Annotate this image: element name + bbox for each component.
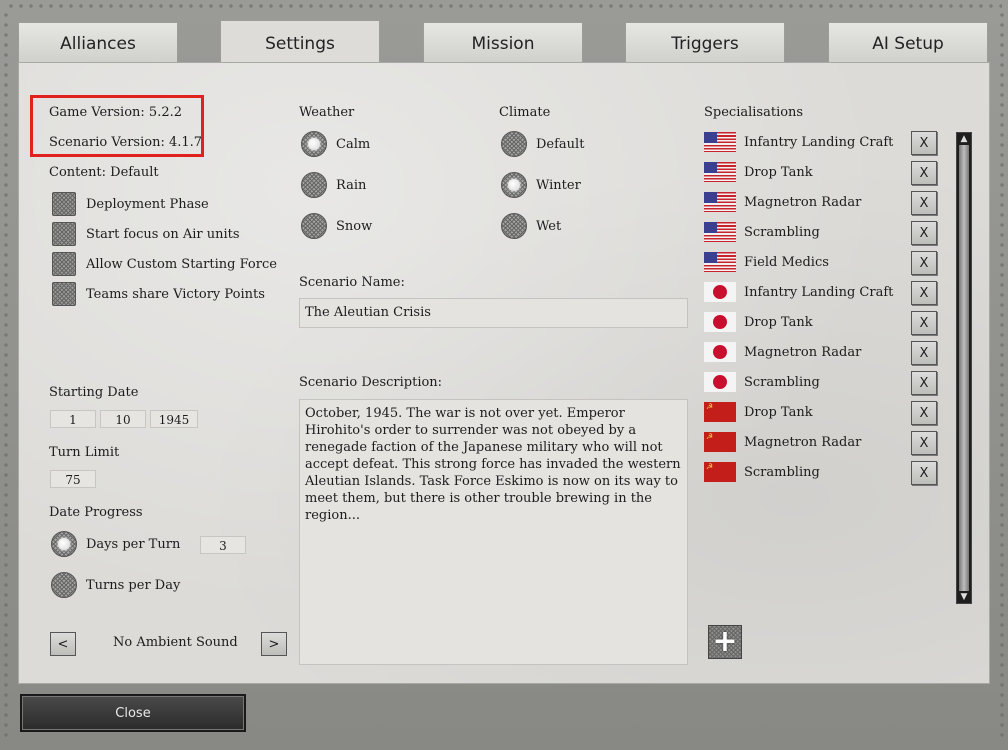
remove-specialisation-button[interactable]: X: [911, 431, 937, 455]
us-flag-icon: [704, 192, 736, 212]
content-label: Content: Default: [49, 165, 159, 180]
remove-specialisation-button[interactable]: X: [911, 251, 937, 275]
su-flag-icon: [704, 402, 736, 422]
remove-specialisation-button[interactable]: X: [911, 311, 937, 335]
scenario-name-input[interactable]: The Aleutian Crisis: [299, 298, 688, 328]
weather-rain-radio[interactable]: [301, 172, 327, 198]
frame-rivets: [6, 2, 1002, 10]
climate-default-label: Default: [536, 137, 585, 152]
frame-rivets: [998, 10, 1006, 740]
weather-rain-label: Rain: [336, 178, 367, 193]
deployment-phase-checkbox[interactable]: [52, 192, 76, 216]
close-button[interactable]: Close: [20, 694, 246, 732]
jp-flag-icon: [704, 282, 736, 302]
weather-calm-radio[interactable]: [301, 131, 327, 157]
climate-label: Climate: [499, 105, 551, 120]
scenario-description-label: Scenario Description:: [299, 375, 443, 390]
days-per-turn-label: Days per Turn: [86, 537, 181, 552]
date-progress-label: Date Progress: [49, 505, 143, 520]
weather-label: Weather: [299, 105, 355, 120]
ambient-next-button[interactable]: >: [261, 632, 287, 656]
remove-specialisation-button[interactable]: X: [911, 131, 937, 155]
specialisation-name: Scrambling: [744, 465, 820, 480]
climate-wet-radio[interactable]: [501, 213, 527, 239]
climate-winter-radio[interactable]: [501, 172, 527, 198]
remove-specialisation-button[interactable]: X: [911, 341, 937, 365]
start-month-field[interactable]: 10: [100, 410, 146, 428]
scenario-name-label: Scenario Name:: [299, 275, 405, 290]
remove-specialisation-button[interactable]: X: [911, 371, 937, 395]
remove-specialisation-button[interactable]: X: [911, 161, 937, 185]
specialisations-scrollbar[interactable]: ▲ ▼: [956, 132, 972, 604]
specialisation-name: Magnetron Radar: [744, 195, 862, 210]
ambient-sound-label: No Ambient Sound: [113, 635, 238, 650]
share-vp-checkbox[interactable]: [52, 282, 76, 306]
us-flag-icon: [704, 132, 736, 152]
jp-flag-icon: [704, 372, 736, 392]
us-flag-icon: [704, 162, 736, 182]
specialisation-name: Infantry Landing Craft: [744, 285, 894, 300]
specialisation-name: Scrambling: [744, 375, 820, 390]
remove-specialisation-button[interactable]: X: [911, 221, 937, 245]
su-flag-icon: [704, 462, 736, 482]
share-vp-label: Teams share Victory Points: [86, 287, 265, 302]
specialisation-name: Magnetron Radar: [744, 435, 862, 450]
custom-force-label: Allow Custom Starting Force: [86, 257, 277, 272]
tab-alliances[interactable]: Alliances: [18, 22, 178, 64]
jp-flag-icon: [704, 342, 736, 362]
start-day-field[interactable]: 1: [50, 410, 96, 428]
climate-wet-label: Wet: [536, 219, 562, 234]
su-flag-icon: [704, 432, 736, 452]
specialisations-label: Specialisations: [704, 105, 804, 120]
us-flag-icon: [704, 252, 736, 272]
scenario-description-textarea[interactable]: October, 1945. The war is not over yet. …: [299, 399, 688, 665]
specialisation-name: Infantry Landing Craft: [744, 135, 894, 150]
remove-specialisation-button[interactable]: X: [911, 461, 937, 485]
ambient-prev-button[interactable]: <: [50, 632, 76, 656]
days-per-turn-field[interactable]: 3: [200, 536, 246, 554]
starting-date-label: Starting Date: [49, 385, 139, 400]
turn-limit-label: Turn Limit: [49, 445, 120, 460]
turns-per-day-radio[interactable]: [51, 572, 77, 598]
specialisation-name: Magnetron Radar: [744, 345, 862, 360]
scrollbar-thumb[interactable]: [959, 145, 969, 591]
version-highlight-box: [30, 95, 204, 157]
weather-snow-radio[interactable]: [301, 213, 327, 239]
specialisation-name: Scrambling: [744, 225, 820, 240]
scroll-down-icon[interactable]: ▼: [957, 591, 971, 603]
tab-triggers[interactable]: Triggers: [625, 22, 785, 64]
remove-specialisation-button[interactable]: X: [911, 401, 937, 425]
frame-rivets: [2, 10, 10, 740]
tab-ai-setup[interactable]: AI Setup: [828, 22, 988, 64]
air-focus-checkbox[interactable]: [52, 222, 76, 246]
start-year-field[interactable]: 1945: [150, 410, 198, 428]
tab-settings[interactable]: Settings: [220, 20, 380, 66]
custom-force-checkbox[interactable]: [52, 252, 76, 276]
scroll-up-icon[interactable]: ▲: [957, 133, 971, 145]
weather-calm-label: Calm: [336, 137, 371, 152]
remove-specialisation-button[interactable]: X: [911, 281, 937, 305]
deployment-phase-label: Deployment Phase: [86, 197, 209, 212]
days-per-turn-radio[interactable]: [51, 531, 77, 557]
specialisation-name: Drop Tank: [744, 315, 813, 330]
climate-default-radio[interactable]: [501, 131, 527, 157]
climate-winter-label: Winter: [536, 178, 581, 193]
us-flag-icon: [704, 222, 736, 242]
specialisation-name: Field Medics: [744, 255, 829, 270]
specialisation-name: Drop Tank: [744, 405, 813, 420]
weather-snow-label: Snow: [336, 219, 373, 234]
turns-per-day-label: Turns per Day: [86, 578, 181, 593]
turn-limit-field[interactable]: 75: [50, 470, 96, 488]
add-specialisation-button[interactable]: +: [708, 625, 742, 659]
air-focus-label: Start focus on Air units: [86, 227, 240, 242]
remove-specialisation-button[interactable]: X: [911, 191, 937, 215]
jp-flag-icon: [704, 312, 736, 332]
tab-mission[interactable]: Mission: [423, 22, 583, 64]
specialisation-name: Drop Tank: [744, 165, 813, 180]
